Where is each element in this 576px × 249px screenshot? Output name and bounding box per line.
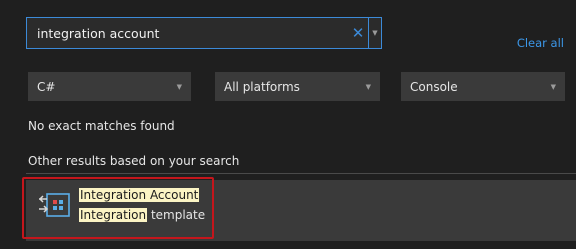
no-matches-message: No exact matches found [28, 119, 175, 133]
platform-filter-dropdown[interactable]: All platforms ▼ [215, 72, 380, 101]
result-desc-rest: template [147, 208, 206, 222]
integration-account-icon [38, 193, 70, 217]
project-type-filter-value: Console [410, 79, 458, 94]
new-project-search-panel: ✕ ▼ Clear all C# ▼ All platforms ▼ Conso… [0, 0, 576, 249]
language-filter-value: C# [37, 79, 56, 94]
divider [26, 173, 576, 174]
platform-filter-value: All platforms [224, 79, 300, 94]
language-filter-dropdown[interactable]: C# ▼ [28, 72, 191, 101]
result-title-text: Integration Account [79, 188, 200, 202]
clear-all-link[interactable]: Clear all [517, 36, 564, 50]
result-description: Integration template [79, 207, 205, 223]
chevron-down-icon: ▼ [365, 82, 371, 91]
other-results-heading: Other results based on your search [28, 154, 240, 168]
result-title: Integration Account [79, 187, 200, 203]
close-icon[interactable]: ✕ [348, 18, 368, 48]
result-desc-highlight: Integration [79, 208, 148, 222]
chevron-down-icon[interactable]: ▼ [368, 18, 381, 48]
chevron-down-icon: ▼ [550, 82, 556, 91]
search-input[interactable] [27, 18, 348, 48]
chevron-down-icon: ▼ [176, 82, 182, 91]
search-box: ✕ ▼ [26, 17, 382, 49]
project-type-filter-dropdown[interactable]: Console ▼ [401, 72, 565, 101]
